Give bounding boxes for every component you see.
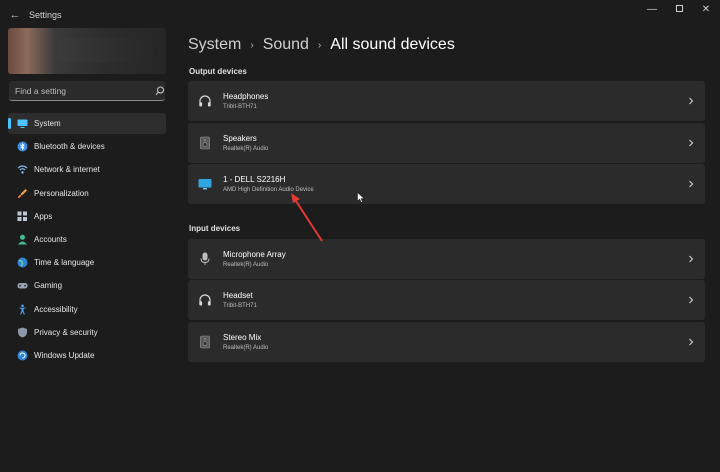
monitor-icon bbox=[198, 179, 212, 190]
page-title: All sound devices bbox=[330, 36, 455, 53]
input-devices-label: Input devices bbox=[189, 224, 241, 233]
title-bar: ← Settings — ✕ bbox=[0, 0, 720, 30]
accessibility-icon bbox=[18, 304, 27, 314]
sidebar-item-system[interactable]: System bbox=[8, 113, 166, 134]
maximize-icon bbox=[675, 5, 683, 12]
back-button[interactable]: ← bbox=[8, 8, 22, 22]
chevron-right-icon bbox=[689, 338, 694, 346]
sidebar-item-label: Time & language bbox=[34, 258, 95, 268]
search-input[interactable] bbox=[15, 85, 145, 97]
microphone-icon bbox=[200, 252, 210, 265]
wifi-icon bbox=[17, 165, 28, 175]
shield-icon bbox=[18, 327, 27, 338]
sidebar-item-label: Apps bbox=[34, 211, 53, 221]
sidebar-item-label: Bluetooth & devices bbox=[34, 142, 105, 152]
sidebar-nav: System Bluetooth & devices Network & int… bbox=[8, 113, 166, 368]
speaker-icon bbox=[200, 335, 210, 349]
sidebar-item-gaming[interactable]: Gaming bbox=[8, 275, 166, 296]
breadcrumb-sound[interactable]: Sound bbox=[263, 36, 309, 54]
maximize-button[interactable] bbox=[667, 4, 691, 16]
apps-icon bbox=[17, 211, 27, 221]
chevron-right-icon bbox=[689, 139, 694, 147]
minimize-button[interactable]: — bbox=[640, 4, 664, 16]
monitor-icon bbox=[17, 119, 28, 128]
device-card-headset[interactable]: Headset Tribit-BTH71 bbox=[188, 280, 705, 320]
output-devices-label: Output devices bbox=[189, 67, 247, 76]
globe-icon bbox=[17, 257, 28, 268]
device-description: Tribit-BTH71 bbox=[223, 303, 257, 309]
sidebar-item-windows-update[interactable]: Windows Update bbox=[8, 345, 166, 366]
device-description: Tribit-BTH71 bbox=[223, 104, 257, 110]
device-description: Realtek(R) Audio bbox=[223, 345, 269, 351]
sidebar-item-label: Gaming bbox=[34, 281, 63, 291]
sidebar-item-label: System bbox=[34, 119, 61, 128]
update-icon bbox=[17, 350, 28, 361]
device-description: Realtek(R) Audio bbox=[223, 262, 269, 268]
sidebar-item-accounts[interactable]: Accounts bbox=[8, 229, 166, 250]
profile-name-blurred bbox=[58, 38, 158, 62]
chevron-right-icon bbox=[689, 296, 694, 304]
device-card-speakers[interactable]: Speakers Realtek(R) Audio bbox=[188, 123, 705, 163]
speaker-icon bbox=[200, 136, 210, 150]
device-name: Stereo Mix bbox=[223, 333, 262, 342]
chevron-right-icon bbox=[689, 255, 694, 263]
sidebar-item-label: Personalization bbox=[34, 188, 89, 198]
user-profile[interactable] bbox=[8, 28, 166, 74]
breadcrumb-separator: › bbox=[250, 39, 254, 51]
sidebar-item-apps[interactable]: Apps bbox=[8, 206, 166, 227]
annotation-arrow-icon bbox=[291, 193, 323, 242]
bluetooth-icon bbox=[17, 141, 28, 152]
breadcrumb-separator: › bbox=[317, 39, 322, 51]
breadcrumb: System › Sound › All sound devices bbox=[188, 34, 455, 56]
sidebar-item-label: Accounts bbox=[34, 234, 67, 244]
headphones-icon bbox=[199, 95, 211, 107]
device-name: 1 - DELL S2216H bbox=[223, 175, 286, 184]
device-card-microphone-array[interactable]: Microphone Array Realtek(R) Audio bbox=[188, 239, 705, 279]
breadcrumb-system[interactable]: System bbox=[188, 36, 241, 54]
mouse-cursor-icon bbox=[357, 192, 365, 203]
sidebar-item-time-language[interactable]: Time & language bbox=[8, 252, 166, 273]
sidebar-item-label: Accessibility bbox=[34, 304, 78, 314]
chevron-right-icon bbox=[689, 180, 694, 188]
sidebar-item-privacy-security[interactable]: Privacy & security bbox=[8, 322, 166, 343]
device-name: Speakers bbox=[223, 134, 257, 143]
sidebar-item-label: Privacy & security bbox=[34, 327, 98, 337]
chevron-right-icon bbox=[689, 97, 694, 105]
headphones-icon bbox=[199, 294, 211, 306]
search-box[interactable] bbox=[9, 81, 165, 101]
device-card-headphones[interactable]: Headphones Tribit-BTH71 bbox=[188, 81, 705, 121]
sidebar-item-label: Network & internet bbox=[34, 165, 100, 175]
device-card-stereo-mix[interactable]: Stereo Mix Realtek(R) Audio bbox=[188, 322, 705, 362]
sidebar-item-label: Windows Update bbox=[34, 350, 95, 360]
sidebar-item-accessibility[interactable]: Accessibility bbox=[8, 299, 166, 320]
device-name: Headphones bbox=[223, 92, 269, 101]
sidebar-item-network[interactable]: Network & internet bbox=[8, 159, 166, 180]
device-description: Realtek(R) Audio bbox=[223, 146, 269, 152]
device-name: Headset bbox=[223, 291, 253, 300]
brush-icon bbox=[18, 188, 27, 198]
gamepad-icon bbox=[17, 283, 28, 289]
sidebar-item-personalization[interactable]: Personalization bbox=[8, 183, 166, 204]
sidebar-item-bluetooth[interactable]: Bluetooth & devices bbox=[8, 136, 166, 157]
close-button[interactable]: ✕ bbox=[694, 4, 718, 16]
device-name: Microphone Array bbox=[223, 250, 286, 259]
search-icon[interactable] bbox=[154, 85, 166, 97]
device-card-dell-monitor[interactable]: 1 - DELL S2216H AMD High Definition Audi… bbox=[188, 164, 705, 204]
app-title: Settings bbox=[29, 10, 62, 20]
account-icon bbox=[18, 234, 27, 245]
